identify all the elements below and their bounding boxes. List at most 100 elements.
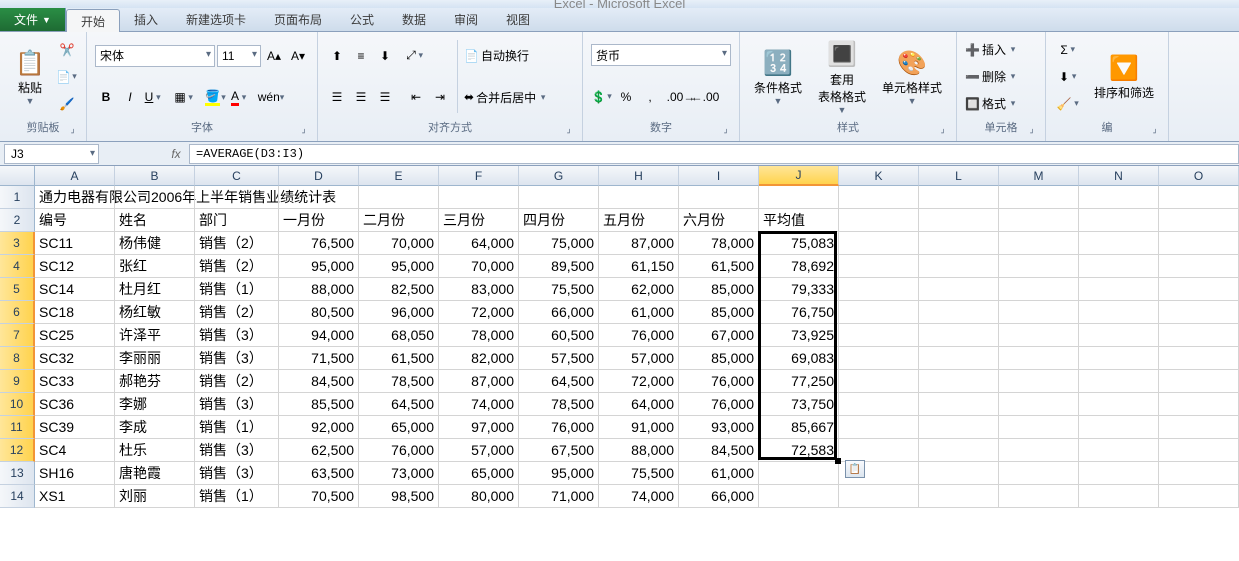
cell-D13[interactable]: 63,500 <box>279 462 359 485</box>
format-painter-button[interactable]: 🖌️ <box>56 93 78 115</box>
cell-O14[interactable] <box>1159 485 1239 508</box>
border-button[interactable]: ▦▾ <box>174 86 196 108</box>
cell-O11[interactable] <box>1159 416 1239 439</box>
cell-N10[interactable] <box>1079 393 1159 416</box>
cell-O6[interactable] <box>1159 301 1239 324</box>
cell-M9[interactable] <box>999 370 1079 393</box>
cell-I6[interactable]: 85,000 <box>679 301 759 324</box>
cell-A6[interactable]: SC18 <box>35 301 115 324</box>
cell-E6[interactable]: 96,000 <box>359 301 439 324</box>
wrap-text-button[interactable]: 📄 自动换行 <box>464 44 574 68</box>
cell-K11[interactable] <box>839 416 919 439</box>
cell-D8[interactable]: 71,500 <box>279 347 359 370</box>
cell-O3[interactable] <box>1159 232 1239 255</box>
col-header-C[interactable]: C <box>195 166 279 186</box>
cell-F11[interactable]: 97,000 <box>439 416 519 439</box>
cell-O13[interactable] <box>1159 462 1239 485</box>
cell-I13[interactable]: 61,000 <box>679 462 759 485</box>
cell-L3[interactable] <box>919 232 999 255</box>
cell-M8[interactable] <box>999 347 1079 370</box>
cell-K10[interactable] <box>839 393 919 416</box>
paste-button[interactable]: 📋 粘贴▼ <box>8 36 52 117</box>
tab-insert[interactable]: 插入 <box>120 8 172 31</box>
col-header-L[interactable]: L <box>919 166 999 186</box>
cell-J2[interactable]: 平均值 <box>759 209 839 232</box>
percent-button[interactable]: % <box>615 86 637 108</box>
cell-C10[interactable]: 销售（3） <box>195 393 279 416</box>
cell-F6[interactable]: 72,000 <box>439 301 519 324</box>
cell-H9[interactable]: 72,000 <box>599 370 679 393</box>
row-header-3[interactable]: 3 <box>0 232 35 255</box>
phonetic-button[interactable]: wén▾ <box>260 86 282 108</box>
cell-F9[interactable]: 87,000 <box>439 370 519 393</box>
cell-D11[interactable]: 92,000 <box>279 416 359 439</box>
number-format-combo[interactable]: 货币 <box>591 44 731 66</box>
cell-B5[interactable]: 杜月红 <box>115 278 195 301</box>
cell-M10[interactable] <box>999 393 1079 416</box>
cell-L7[interactable] <box>919 324 999 347</box>
cell-G10[interactable]: 78,500 <box>519 393 599 416</box>
increase-indent-button[interactable]: ⇥ <box>429 86 451 108</box>
cell-N2[interactable] <box>1079 209 1159 232</box>
cell-E1[interactable] <box>359 186 439 209</box>
tab-layout[interactable]: 页面布局 <box>260 8 336 31</box>
cell-N13[interactable] <box>1079 462 1159 485</box>
cell-I2[interactable]: 六月份 <box>679 209 759 232</box>
cell-B10[interactable]: 李娜 <box>115 393 195 416</box>
italic-button[interactable]: I <box>119 86 141 108</box>
cell-D2[interactable]: 一月份 <box>279 209 359 232</box>
cell-J6[interactable]: 76,750 <box>759 301 839 324</box>
cell-C12[interactable]: 销售（3） <box>195 439 279 462</box>
bold-button[interactable]: B <box>95 86 117 108</box>
cell-J10[interactable]: 73,750 <box>759 393 839 416</box>
cell-G11[interactable]: 76,000 <box>519 416 599 439</box>
cell-C9[interactable]: 销售（2） <box>195 370 279 393</box>
cell-L11[interactable] <box>919 416 999 439</box>
row-header-5[interactable]: 5 <box>0 278 35 301</box>
cell-J11[interactable]: 85,667 <box>759 416 839 439</box>
align-right-button[interactable]: ☰ <box>374 86 396 108</box>
cell-O4[interactable] <box>1159 255 1239 278</box>
row-header-12[interactable]: 12 <box>0 439 35 462</box>
autofill-options-button[interactable]: 📋 <box>845 460 865 478</box>
cell-K1[interactable] <box>839 186 919 209</box>
cell-E4[interactable]: 95,000 <box>359 255 439 278</box>
cells-grid[interactable]: 通力电器有限公司2006年上半年销售业绩统计表编号姓名部门一月份二月份三月份四月… <box>35 186 1239 561</box>
cell-M6[interactable] <box>999 301 1079 324</box>
cell-N3[interactable] <box>1079 232 1159 255</box>
cell-N14[interactable] <box>1079 485 1159 508</box>
cell-H1[interactable] <box>599 186 679 209</box>
cell-J5[interactable]: 79,333 <box>759 278 839 301</box>
cell-D1[interactable] <box>279 186 359 209</box>
cell-C3[interactable]: 销售（2） <box>195 232 279 255</box>
cell-J12[interactable]: 72,583 <box>759 439 839 462</box>
cell-E12[interactable]: 76,000 <box>359 439 439 462</box>
cell-H13[interactable]: 75,500 <box>599 462 679 485</box>
cell-O10[interactable] <box>1159 393 1239 416</box>
col-header-D[interactable]: D <box>279 166 359 186</box>
fill-handle[interactable] <box>835 458 841 464</box>
select-all-corner[interactable] <box>0 166 35 186</box>
row-header-14[interactable]: 14 <box>0 485 35 508</box>
col-header-A[interactable]: A <box>35 166 115 186</box>
cell-M7[interactable] <box>999 324 1079 347</box>
cell-O9[interactable] <box>1159 370 1239 393</box>
row-header-9[interactable]: 9 <box>0 370 35 393</box>
fill-button[interactable]: ⬇▾ <box>1054 66 1084 88</box>
orientation-button[interactable]: ⤢▾ <box>405 45 427 67</box>
cell-O5[interactable] <box>1159 278 1239 301</box>
cell-K6[interactable] <box>839 301 919 324</box>
row-header-11[interactable]: 11 <box>0 416 35 439</box>
cell-L9[interactable] <box>919 370 999 393</box>
row-header-4[interactable]: 4 <box>0 255 35 278</box>
cell-G4[interactable]: 89,500 <box>519 255 599 278</box>
cell-I1[interactable] <box>679 186 759 209</box>
tab-data[interactable]: 数据 <box>388 8 440 31</box>
cell-E9[interactable]: 78,500 <box>359 370 439 393</box>
cell-H6[interactable]: 61,000 <box>599 301 679 324</box>
cell-M5[interactable] <box>999 278 1079 301</box>
underline-button[interactable]: U▾ <box>143 86 165 108</box>
cell-L10[interactable] <box>919 393 999 416</box>
grow-font-button[interactable]: A▴ <box>263 45 285 67</box>
cell-D4[interactable]: 95,000 <box>279 255 359 278</box>
